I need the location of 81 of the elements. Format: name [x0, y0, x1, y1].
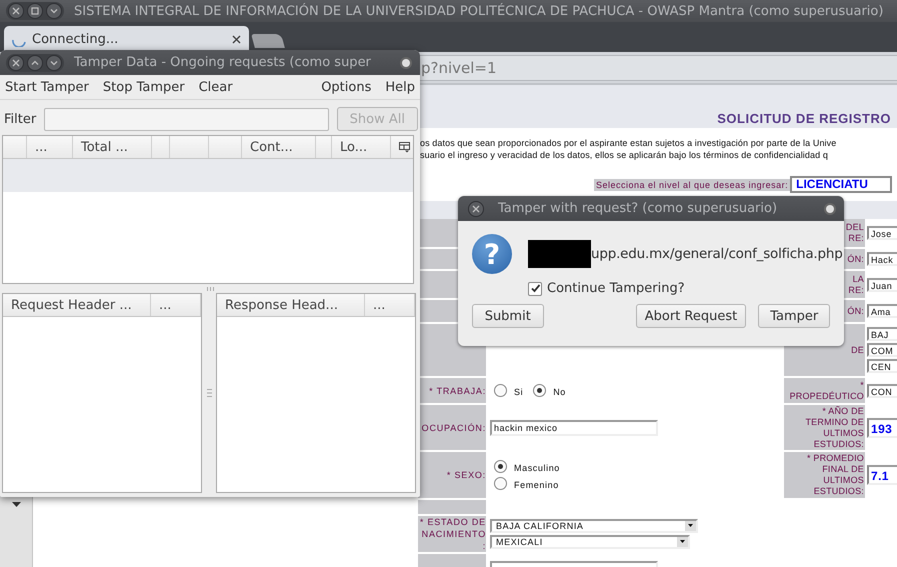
new-tab-button[interactable] [251, 34, 285, 48]
splitter-handle-icon[interactable] [206, 286, 214, 290]
maximize-button[interactable] [27, 3, 43, 19]
column-header[interactable]: Lo... [332, 136, 391, 158]
menu-item[interactable]: Start Tamper [5, 80, 89, 94]
dialog-title: Tamper with request? (como superusuario) [498, 201, 778, 216]
menu-item[interactable]: Options [321, 80, 372, 94]
redaction-block [528, 240, 591, 268]
column-header[interactable]: ... [151, 294, 201, 316]
text-field[interactable]: 7.1 [867, 465, 897, 485]
radio-label: Femenino [514, 480, 559, 490]
text-field[interactable]: COM [867, 343, 897, 357]
text-field[interactable]: CON [867, 384, 897, 398]
dialog-button[interactable]: Submit [472, 304, 544, 328]
dialog-button[interactable]: Abort Request [636, 304, 746, 328]
radio-label: Si [514, 387, 524, 397]
maximize-button[interactable] [27, 54, 43, 70]
text-field[interactable]: CEN [867, 359, 897, 373]
minimize-button[interactable] [46, 3, 62, 19]
menu-item[interactable]: Clear [198, 80, 233, 94]
dropdown[interactable]: BAJA CALIFORNIA [490, 519, 698, 533]
browser-tab[interactable]: Connecting... [4, 26, 249, 52]
dialog-button[interactable]: Tamper [758, 304, 830, 328]
minimize-button[interactable] [46, 54, 62, 70]
level-field[interactable]: LICENCIATU [790, 176, 892, 193]
splitter-handle-icon[interactable] [206, 389, 212, 397]
column-header[interactable]: ... [365, 294, 415, 316]
window-title: SISTEMA INTEGRAL DE INFORMACIÓN DE LA UNIVERSIDAD POLITÉCNICA DE PACHUCA - OWASP Mantra (como superusuario) [74, 4, 884, 18]
chevron-up-icon [31, 58, 39, 66]
close-button[interactable] [8, 3, 24, 19]
column-header[interactable]: ... [27, 136, 73, 158]
close-icon [12, 7, 20, 15]
window-title: Tamper Data - Ongoing requests (como super [74, 55, 372, 70]
notice-text: os datos que sean proporcionados por el aspirante estan sujetos a investigación por parte de la Unive [420, 138, 838, 148]
dropdown[interactable]: MEXICALI [490, 535, 690, 549]
close-button[interactable] [468, 200, 484, 216]
form-label: * TRABAJA: [418, 378, 486, 403]
question-icon: ? [472, 234, 512, 274]
column-header[interactable]: Total ... [73, 136, 152, 158]
chevron-down-icon [50, 58, 58, 66]
form-label: * ESTADO DE NACIMIENTO : [418, 516, 486, 552]
dot-icon [402, 58, 410, 66]
form-label: OCUPACIÓN: [418, 405, 486, 450]
close-icon[interactable] [232, 34, 241, 44]
label-cell [418, 500, 486, 514]
form-label: * PROMEDIO FINAL DE ULTIMOS ESTUDIOS: [784, 452, 865, 498]
checkbox[interactable] [528, 282, 542, 296]
radio-label: No [553, 387, 566, 397]
notice-text: suario el ingreso y veracidad de los datos, ellos se aplicarán bajo los términos de confidencialidad q [420, 150, 829, 160]
form-label: * AÑO DE TERMINO DE ULTIMOS ESTUDIOS: [784, 405, 865, 450]
level-prompt: Selecciona el nivel al que deseas ingresar: [594, 178, 790, 190]
column-header[interactable]: Response Head... [217, 294, 365, 316]
filter-label: Filter [4, 112, 36, 126]
text-field[interactable]: Ama [867, 304, 897, 318]
radio-button[interactable] [494, 477, 507, 490]
column-picker-icon[interactable] [399, 142, 410, 152]
radio-button[interactable] [494, 460, 507, 473]
menu-item[interactable]: Help [385, 80, 415, 94]
menu-item[interactable]: Stop Tamper [102, 80, 185, 94]
square-icon [31, 7, 39, 15]
column-header[interactable]: Cont... [242, 136, 316, 158]
form-label: * PROPEDÉUTICO [784, 378, 865, 403]
chevron-down-icon [50, 7, 58, 15]
close-button[interactable] [8, 54, 24, 70]
text-field[interactable]: 193 [867, 418, 897, 438]
page-heading: SOLICITUD DE REGISTRO [717, 111, 891, 126]
form-label: * SEXO: [418, 452, 486, 498]
caret-icon[interactable] [12, 502, 20, 508]
text-field[interactable]: hackin mexico [490, 420, 658, 436]
dot-icon [826, 204, 834, 212]
text-field[interactable]: Hack [867, 252, 897, 266]
checkbox-label: Continue Tampering? [547, 281, 685, 296]
text-field[interactable]: BAJ [867, 327, 897, 341]
radio-button[interactable] [533, 384, 546, 397]
radio-label: Masculino [514, 463, 560, 473]
close-icon [12, 58, 20, 66]
text-field[interactable]: Jose [867, 226, 897, 240]
column-header[interactable]: Request Header ... [3, 294, 151, 316]
close-icon [472, 204, 480, 212]
text-field[interactable]: Juan [867, 278, 897, 292]
radio-button[interactable] [494, 384, 507, 397]
